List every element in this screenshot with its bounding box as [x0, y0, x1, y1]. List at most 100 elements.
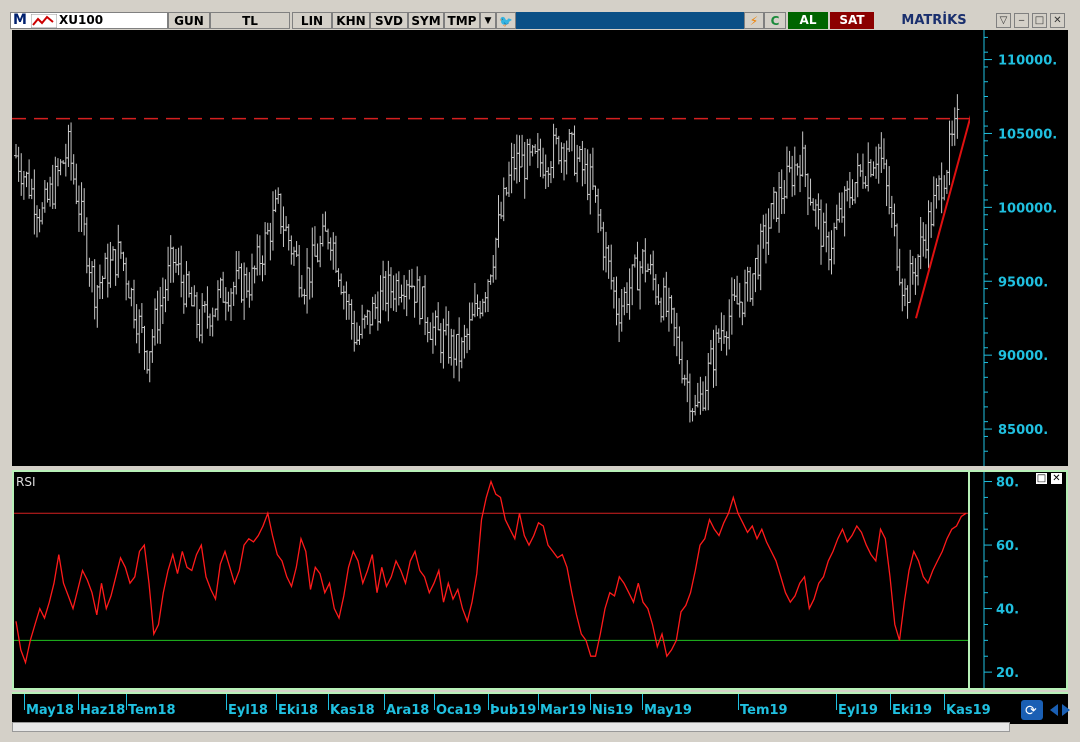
ohlc-bar: [858, 164, 863, 177]
rsi-chart[interactable]: [14, 472, 968, 688]
ohlc-bar: [509, 142, 514, 194]
date-label: Kas19: [946, 703, 991, 718]
price-chart-panel[interactable]: [12, 30, 973, 466]
ohlc-bar: [824, 203, 829, 253]
horizontal-scrollbar[interactable]: [12, 722, 1010, 732]
ohlc-bar: [97, 264, 102, 300]
date-tick: [538, 694, 539, 710]
dropdown-icon[interactable]: ▼: [480, 12, 496, 29]
buy-button[interactable]: AL: [788, 12, 828, 29]
ohlc-bar: [396, 271, 401, 306]
minimize-icon[interactable]: ‒: [1014, 13, 1029, 28]
ohlc-bar: [166, 246, 171, 301]
panel-close-icon[interactable]: ✕: [1050, 472, 1063, 485]
ohlc-bar: [763, 213, 768, 264]
date-tick: [276, 694, 277, 710]
ohlc-bar: [472, 283, 477, 318]
ohlc-bar: [90, 261, 95, 293]
ohlc-bar: [202, 301, 207, 313]
khn-button[interactable]: KHN: [332, 12, 370, 29]
ohlc-bar: [753, 257, 758, 293]
scale-button[interactable]: LIN: [292, 12, 332, 29]
date-label: Eki19: [892, 703, 933, 718]
currency-button[interactable]: TL: [210, 12, 290, 29]
ohlc-bar: [349, 299, 354, 340]
ohlc-bar: [682, 374, 687, 386]
twitter-icon[interactable]: 🐦: [496, 12, 516, 29]
ohlc-bar: [257, 235, 262, 276]
ohlc-bar: [795, 163, 800, 176]
ohlc-bar: [168, 235, 173, 283]
date-label: Tem19: [740, 703, 788, 718]
ohlc-bar: [373, 294, 378, 320]
ohlc-bar: [706, 353, 711, 411]
tmp-button[interactable]: TMP: [444, 12, 480, 29]
ohlc-bar: [876, 143, 881, 184]
ohlc-bar: [666, 287, 671, 332]
ohlc-bar: [24, 171, 29, 188]
ohlc-bar: [855, 153, 860, 198]
ohlc-bar: [270, 191, 275, 251]
ohlc-bar: [724, 331, 729, 356]
ohlc-bar: [84, 217, 89, 274]
chart-type-icon[interactable]: [31, 14, 57, 28]
ohlc-bar: [420, 286, 425, 320]
ohlc-bar: [386, 260, 391, 322]
ohlc-bar: [152, 298, 157, 346]
ohlc-bar: [504, 187, 509, 196]
sync-icon[interactable]: ⟳: [1020, 697, 1072, 723]
ohlc-bar: [711, 329, 716, 388]
ohlc-bar: [685, 360, 690, 403]
collapse-icon[interactable]: ▽: [996, 13, 1011, 28]
ohlc-bar: [834, 204, 839, 230]
date-tick: [590, 694, 591, 710]
ohlc-bar: [674, 312, 679, 357]
ohlc-bar: [769, 203, 774, 229]
ohlc-bar: [189, 286, 194, 307]
date-tick: [642, 694, 643, 710]
ohlc-bar: [383, 271, 388, 312]
svd-button[interactable]: SVD: [370, 12, 408, 29]
ohlc-bar: [632, 254, 637, 268]
ohlc-bar: [16, 146, 21, 182]
ohlc-bar: [750, 273, 755, 306]
ohlc-bar: [407, 269, 412, 300]
refresh-icon[interactable]: C: [764, 12, 786, 29]
ohlc-bar: [378, 275, 383, 324]
ohlc-bar: [659, 297, 664, 323]
ohlc-bar: [208, 313, 213, 337]
ohlc-bar: [837, 192, 842, 223]
sym-button[interactable]: SYM: [408, 12, 444, 29]
ohlc-bar: [118, 241, 123, 259]
ohlc-bar: [74, 163, 79, 205]
ohlc-bar: [829, 230, 834, 275]
trend-line[interactable]: [915, 111, 973, 319]
sell-button[interactable]: SAT: [830, 12, 874, 29]
ohlc-bar: [850, 179, 855, 205]
ohlc-bar: [900, 278, 905, 312]
ohlc-bar: [318, 235, 323, 268]
rsi-line[interactable]: [15, 479, 967, 665]
ohlc-bar: [475, 294, 480, 317]
price-chart[interactable]: [12, 30, 973, 466]
ohlc-bar: [436, 302, 441, 331]
ohlc-bar: [194, 292, 199, 339]
ohlc-bar: [918, 216, 923, 270]
ohlc-bar: [297, 245, 302, 298]
ohlc-bar: [184, 261, 189, 308]
close-icon[interactable]: ✕: [1050, 13, 1065, 28]
nav-controls: ⟳: [1020, 697, 1072, 727]
ohlc-bar: [71, 154, 76, 185]
ohlc-bar: [105, 243, 110, 298]
maximize-icon[interactable]: □: [1032, 13, 1047, 28]
date-tick: [24, 694, 25, 710]
ohlc-bar: [370, 296, 375, 326]
ohlc-bar: [231, 281, 236, 306]
ohlc-bar: [554, 127, 559, 145]
lightning-icon[interactable]: ⚡: [744, 12, 764, 29]
rsi-panel[interactable]: [12, 470, 970, 690]
symbol-field[interactable]: M XU100: [10, 12, 168, 29]
panel-maximize-icon[interactable]: □: [1035, 472, 1048, 485]
period-button[interactable]: GUN: [168, 12, 210, 29]
ohlc-bar: [889, 195, 894, 228]
